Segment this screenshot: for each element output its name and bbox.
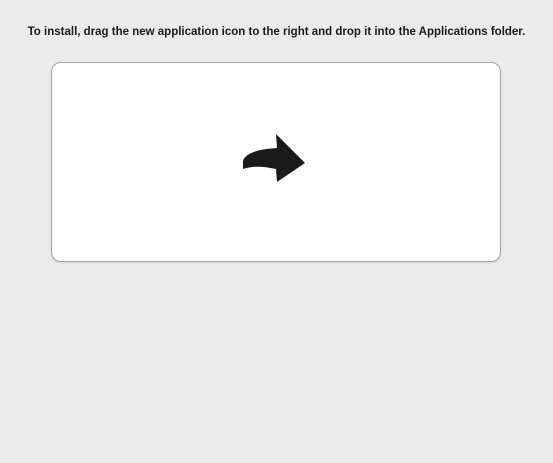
install-drop-panel (51, 62, 501, 262)
curved-arrow-right-icon (243, 134, 305, 182)
install-instruction-text: To install, drag the new application ico… (27, 26, 526, 38)
